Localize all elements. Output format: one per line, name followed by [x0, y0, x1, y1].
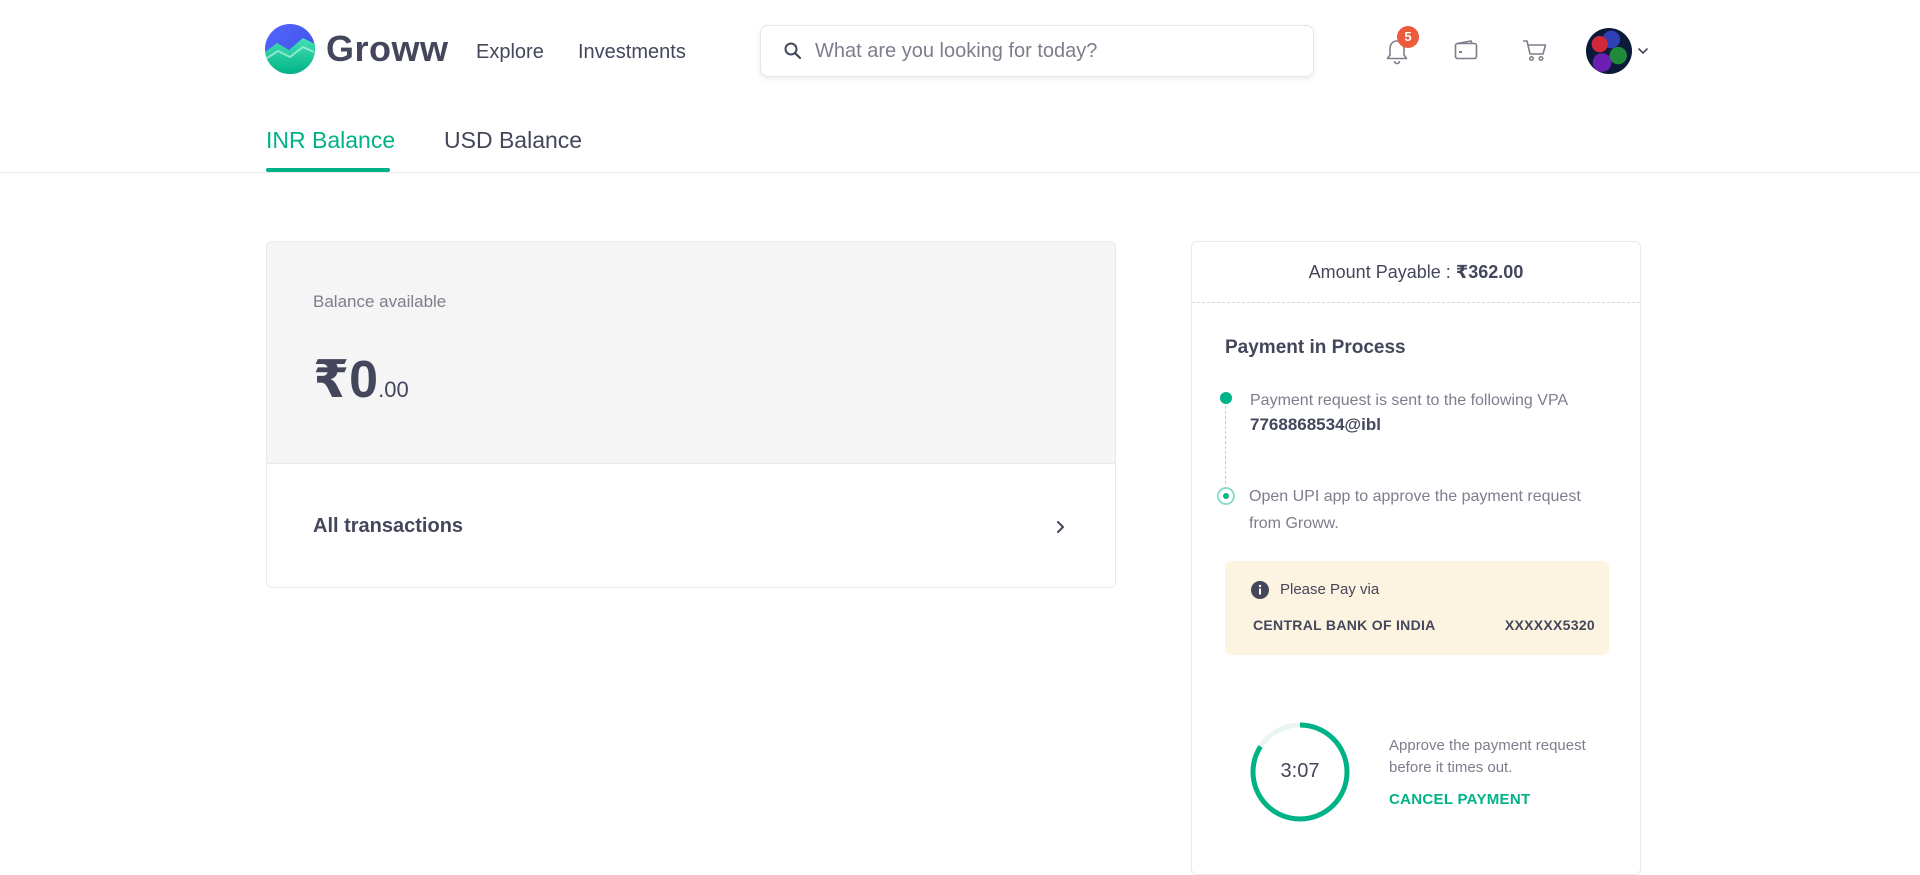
step-active-dot: [1217, 487, 1235, 505]
wallet-icon[interactable]: [1451, 35, 1481, 65]
active-tab-indicator: [266, 168, 390, 172]
vpa-id: 7768868534@ibl: [1250, 415, 1381, 434]
tab-inr-balance[interactable]: INR Balance: [266, 124, 395, 156]
all-transactions-row[interactable]: All transactions: [267, 464, 1115, 587]
pay-via-box: Please Pay via CENTRAL BANK OF INDIA XXX…: [1225, 561, 1609, 655]
step1-text: Payment request is sent to the following…: [1250, 392, 1569, 409]
groww-logo-icon: [265, 24, 315, 74]
info-icon: [1251, 581, 1269, 599]
balance-tabs: INR Balance USD Balance: [0, 100, 1920, 173]
step2-text: Open UPI app to approve the payment requ…: [1249, 488, 1581, 532]
cancel-payment-button[interactable]: CANCEL PAYMENT: [1389, 791, 1530, 808]
amount-payable: Amount Payable : ₹362.00: [1192, 242, 1640, 303]
groww-logo[interactable]: Groww: [265, 24, 449, 74]
top-header: Groww Explore Investments 5: [0, 0, 1920, 100]
amount-payable-value: ₹362.00: [1455, 262, 1524, 282]
search-icon: [784, 42, 802, 60]
cart-icon[interactable]: [1520, 35, 1550, 65]
chevron-right-icon: [1057, 521, 1064, 533]
nav-investments[interactable]: Investments: [578, 40, 686, 64]
payment-card: Amount Payable : ₹362.00 Payment in Proc…: [1191, 241, 1641, 875]
countdown-time: 3:07: [1280, 760, 1320, 782]
avatar[interactable]: [1586, 28, 1632, 74]
chevron-down-icon[interactable]: [1636, 44, 1650, 58]
balance-summary: Balance available ₹0.00: [267, 242, 1115, 464]
notification-badge: 5: [1397, 26, 1419, 48]
nav-explore[interactable]: Explore: [476, 40, 544, 64]
brand-name: Groww: [326, 28, 449, 69]
search-bar[interactable]: [760, 25, 1314, 77]
payment-status-title: Payment in Process: [1225, 337, 1406, 358]
amount-payable-label: Amount Payable :: [1308, 262, 1456, 282]
pay-via-title: Please Pay via: [1280, 581, 1380, 598]
tab-usd-balance[interactable]: USD Balance: [444, 124, 582, 156]
account-number: XXXXXX5320: [1504, 617, 1595, 633]
balance-label: Balance available: [313, 292, 447, 311]
bank-name: CENTRAL BANK OF INDIA: [1253, 617, 1436, 633]
balance-amount-decimal: .00: [378, 377, 409, 402]
balance-amount-main: ₹0: [313, 351, 379, 409]
step-connector: [1225, 406, 1226, 484]
all-transactions-label: All transactions: [313, 515, 464, 537]
approve-hint: Approve the payment request before it ti…: [1389, 737, 1586, 776]
step-complete-dot: [1220, 392, 1232, 404]
balance-amount: ₹0.00: [313, 350, 409, 410]
balance-card: Balance available ₹0.00 All transactions: [266, 241, 1116, 588]
search-input[interactable]: [815, 39, 1285, 63]
